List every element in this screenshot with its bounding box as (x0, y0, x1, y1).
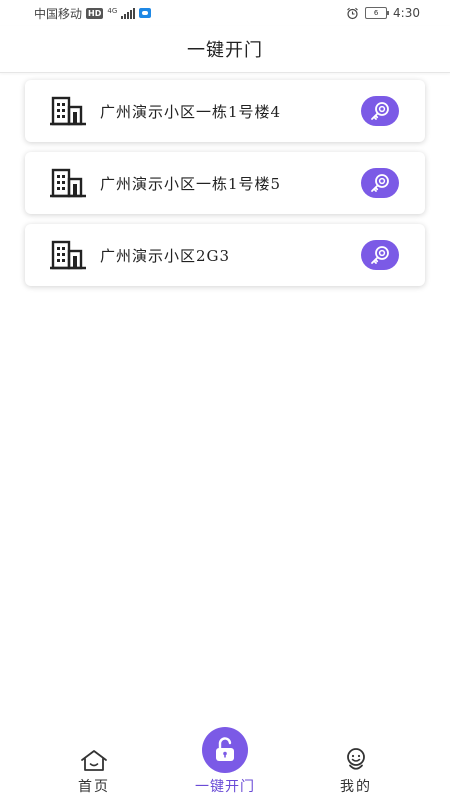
carrier-name: 中国移动 (34, 6, 83, 21)
open-door-button[interactable] (361, 96, 399, 126)
smiley-user-icon (347, 748, 365, 770)
door-label: 广州演示小区一栋1号楼4 (100, 102, 282, 121)
unlock-icon (216, 737, 234, 761)
key-icon (371, 174, 389, 192)
tab-mine-label: 我的 (340, 779, 372, 795)
door-card[interactable]: 广州演示小区一栋1号楼4 (25, 80, 425, 142)
clock-time: 4:30 (393, 6, 420, 20)
unlock-button[interactable] (202, 727, 248, 773)
message-icon (139, 8, 152, 18)
page-title: 一键开门 (187, 40, 263, 61)
app-screen: 中国移动 HD 4G 6 4:30 一键开门 广州演示小区一栋1号楼4 广州演示… (0, 0, 450, 800)
door-card[interactable]: 广州演示小区2G3 (25, 224, 425, 286)
home-icon (81, 750, 107, 771)
bottom-tab-bar: 首页 一键开门 我的 (0, 727, 450, 800)
status-right: 6 4:30 (346, 6, 420, 20)
tab-one-key-open[interactable]: 一键开门 (185, 727, 265, 796)
tab-one-key-open-label: 一键开门 (195, 779, 255, 795)
door-label: 广州演示小区一栋1号楼5 (100, 174, 282, 193)
page-header: 一键开门 (0, 26, 450, 73)
door-list: 广州演示小区一栋1号楼4 广州演示小区一栋1号楼5 广州演示小区2G3 (25, 80, 425, 296)
door-card[interactable]: 广州演示小区一栋1号楼5 (25, 152, 425, 214)
status-bar: 中国移动 HD 4G 6 4:30 (0, 0, 450, 26)
tab-home-label: 首页 (78, 779, 110, 795)
network-type: 4G (107, 6, 118, 15)
building-icon (50, 96, 86, 126)
open-door-button[interactable] (361, 168, 399, 198)
open-door-button[interactable] (361, 240, 399, 270)
signal-icon (121, 7, 136, 19)
key-icon (371, 102, 389, 120)
alarm-icon (347, 7, 358, 19)
status-left: 中国移动 HD 4G (34, 5, 152, 22)
battery-icon: 6 (365, 7, 390, 19)
tab-mine[interactable]: 我的 (316, 747, 396, 796)
door-label: 广州演示小区2G3 (100, 246, 231, 265)
key-icon (371, 246, 389, 264)
hd-badge: HD (86, 7, 104, 19)
building-icon (50, 168, 86, 198)
tab-home[interactable]: 首页 (54, 749, 134, 796)
building-icon (50, 240, 86, 270)
